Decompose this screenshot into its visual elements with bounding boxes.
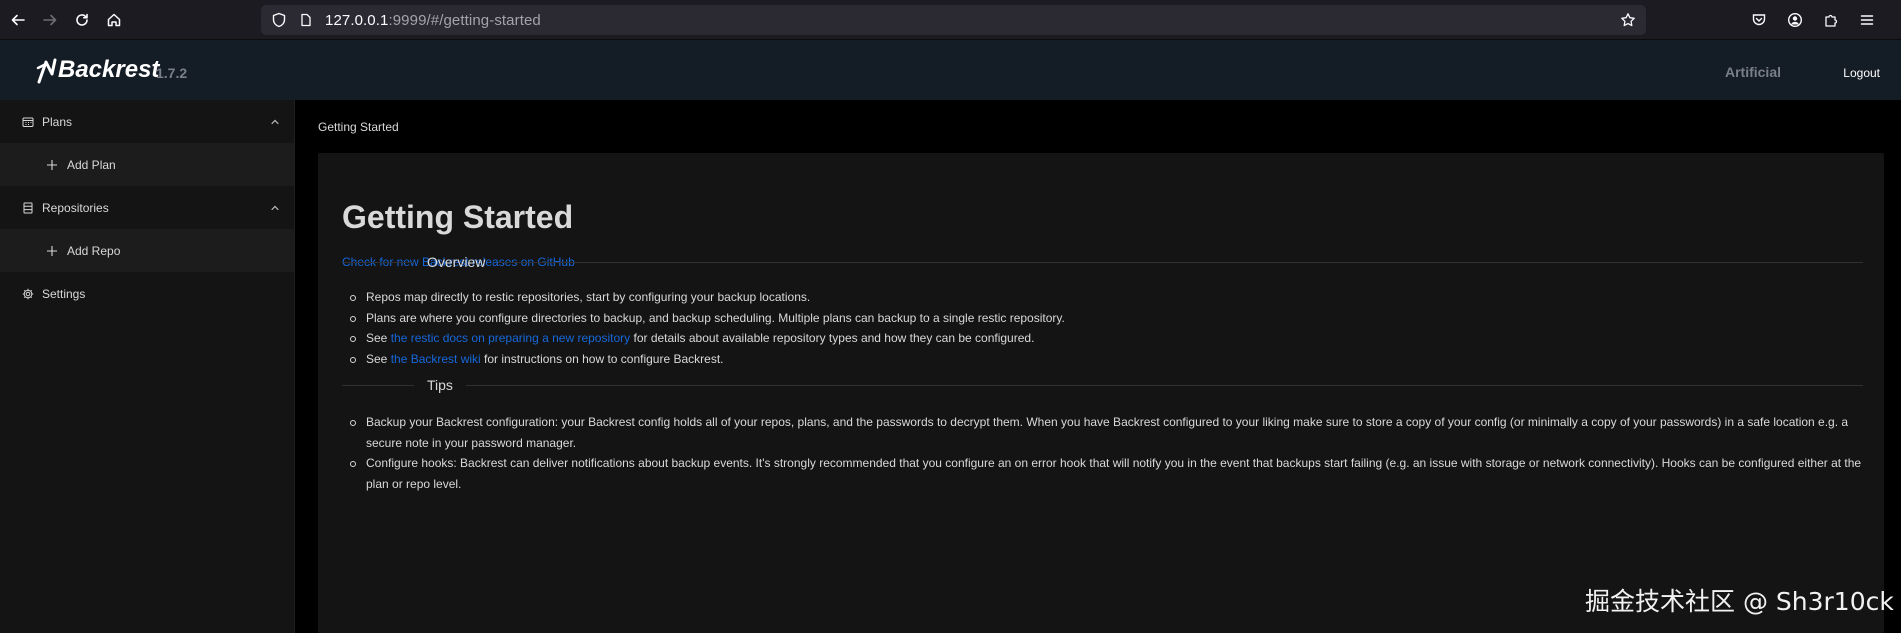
app-header: Backrest 1.7.2 Artificial Logout <box>0 40 1901 100</box>
chevron-up-icon <box>271 205 279 210</box>
calendar-icon <box>22 117 34 127</box>
sidebar-item-add-repo[interactable]: Add Repo <box>0 229 294 272</box>
list-item: See the restic docs on preparing a new r… <box>342 328 1862 349</box>
divider-line <box>498 261 1863 263</box>
tips-heading: Tips <box>427 377 453 393</box>
divider-line <box>465 384 1863 386</box>
breadcrumb: Getting Started <box>318 120 399 134</box>
tips-divider: Tips <box>342 375 1863 395</box>
forward-button[interactable] <box>36 6 64 34</box>
list-item-text: See <box>366 331 391 345</box>
account-button[interactable] <box>1781 6 1809 34</box>
arrow-right-icon <box>43 14 57 25</box>
page-icon <box>301 13 311 27</box>
list-item-text: See <box>366 351 391 366</box>
url-text[interactable]: 127.0.0.1:9999/#/getting-started <box>325 12 541 29</box>
sidebar: Plans Add Plan Repositories Add Repo Set… <box>0 100 295 633</box>
sidebar-item-label: Plans <box>42 114 73 129</box>
extensions-button[interactable] <box>1817 6 1845 34</box>
version-label: 1.7.2 <box>156 65 188 81</box>
logout-link[interactable]: Logout <box>1843 66 1880 80</box>
url-path: :9999/#/getting-started <box>388 11 541 29</box>
divider-line <box>342 384 414 386</box>
divider-line <box>342 261 414 263</box>
plus-icon <box>47 159 57 170</box>
reload-icon <box>76 13 88 26</box>
overview-divider: Overview <box>342 252 1863 272</box>
getting-started-card: Getting Started Check for new Backrest r… <box>318 153 1884 633</box>
menu-button[interactable] <box>1853 6 1881 34</box>
user-name: Artificial <box>1724 64 1781 80</box>
list-item-text: for instructions on how to configure Bac… <box>480 351 724 366</box>
hamburger-menu-icon <box>1860 15 1874 25</box>
sidebar-item-repositories[interactable]: Repositories <box>0 186 294 229</box>
account-icon <box>1787 12 1803 28</box>
arrow-left-icon <box>11 14 25 25</box>
reload-button[interactable] <box>68 6 96 34</box>
pocket-button[interactable] <box>1745 6 1773 34</box>
list-item: Configure hooks: Backrest can deliver no… <box>342 453 1862 494</box>
database-icon <box>23 202 33 213</box>
plus-icon <box>47 245 57 256</box>
list-item-text: for details about available repository t… <box>630 331 1035 345</box>
app-name: Backrest <box>58 56 160 83</box>
tips-list: Backup your Backrest configuration: your… <box>342 412 1862 494</box>
overview-heading: Overview <box>427 254 486 270</box>
sidebar-item-label: Add Plan <box>67 157 116 172</box>
watermark: 掘金技术社区 @ Sh3r10ck <box>1585 587 1894 616</box>
page-title: Getting Started <box>342 199 574 235</box>
puzzle-icon <box>1825 14 1838 27</box>
repos-submenu: Add Repo <box>0 229 294 272</box>
list-item: See the Backrest wiki for instructions o… <box>342 349 1862 370</box>
sidebar-item-add-plan[interactable]: Add Plan <box>0 143 294 186</box>
sidebar-item-label: Repositories <box>42 200 109 215</box>
sidebar-item-settings[interactable]: Settings <box>0 272 294 315</box>
main-content: Getting Started Getting Started Check fo… <box>296 100 1901 633</box>
overview-list: Repos map directly to restic repositorie… <box>342 287 1862 369</box>
shield-icon[interactable] <box>271 12 287 28</box>
restic-docs-link[interactable]: the restic docs on preparing a new repos… <box>391 331 630 345</box>
plans-submenu: Add Plan <box>0 143 294 186</box>
list-item: Plans are where you configure directorie… <box>342 308 1862 329</box>
home-button[interactable] <box>100 6 128 34</box>
backrest-logo[interactable]: Backrest <box>36 52 159 88</box>
sidebar-item-label: Settings <box>42 286 86 301</box>
backrest-wiki-link[interactable]: the Backrest wiki <box>391 352 481 366</box>
back-button[interactable] <box>4 6 32 34</box>
url-host: 127.0.0.1 <box>325 11 389 29</box>
list-item: Backup your Backrest configuration: your… <box>342 412 1862 453</box>
pocket-icon <box>1752 14 1766 26</box>
chevron-up-icon <box>271 119 279 124</box>
gear-icon <box>22 288 34 299</box>
backrest-logo-icon <box>36 58 57 84</box>
sidebar-item-plans[interactable]: Plans <box>0 100 294 143</box>
list-item: Repos map directly to restic repositorie… <box>342 287 1862 308</box>
bookmark-star-icon[interactable] <box>1620 12 1636 28</box>
sidebar-item-label: Add Repo <box>67 243 121 258</box>
home-icon <box>107 13 121 26</box>
url-bar[interactable]: 127.0.0.1:9999/#/getting-started <box>261 5 1646 35</box>
browser-toolbar: 127.0.0.1:9999/#/getting-started <box>0 0 1901 40</box>
